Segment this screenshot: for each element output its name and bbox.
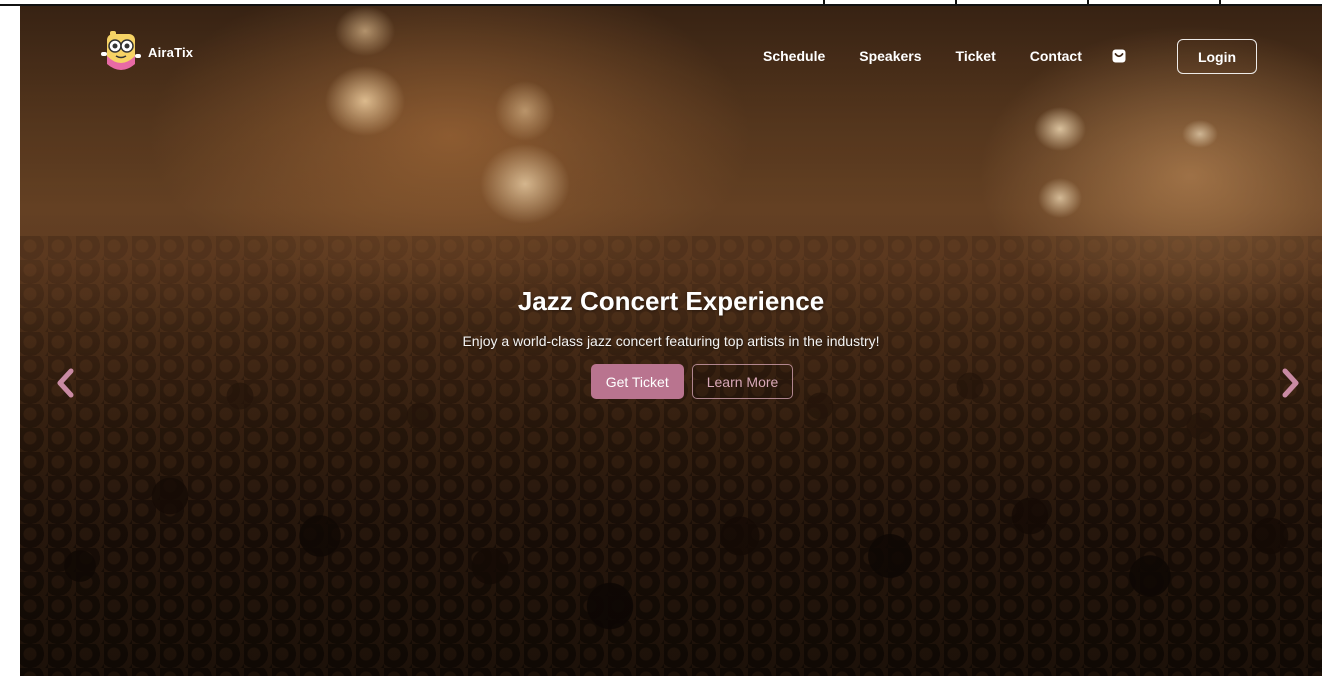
hero-carousel: AiraTix Schedule Speakers Ticket Contact… bbox=[20, 6, 1322, 676]
get-ticket-button[interactable]: Get Ticket bbox=[590, 364, 684, 399]
learn-more-button[interactable]: Learn More bbox=[691, 364, 794, 399]
hero-content: Jazz Concert Experience Enjoy a world-cl… bbox=[20, 286, 1322, 399]
left-gutter bbox=[0, 6, 20, 676]
hero-actions: Get Ticket Learn More bbox=[20, 364, 1322, 399]
top-navigation: AiraTix Schedule Speakers Ticket Contact… bbox=[20, 6, 1322, 106]
hero-subtitle: Enjoy a world-class jazz concert featuri… bbox=[462, 333, 880, 349]
brand-name: AiraTix bbox=[148, 44, 194, 60]
cart-button[interactable] bbox=[1110, 47, 1128, 65]
login-button[interactable]: Login bbox=[1177, 39, 1257, 74]
shopping-bag-icon bbox=[1112, 49, 1126, 63]
nav-links: Schedule Speakers Ticket Contact bbox=[763, 47, 1158, 65]
brand-logo-link[interactable]: AiraTix bbox=[100, 30, 193, 74]
nav-link-ticket[interactable]: Ticket bbox=[956, 48, 996, 64]
nav-link-contact[interactable]: Contact bbox=[1030, 48, 1082, 64]
nav-link-schedule[interactable]: Schedule bbox=[763, 48, 825, 64]
mascot-logo-icon bbox=[100, 30, 142, 74]
nav-link-speakers[interactable]: Speakers bbox=[859, 48, 921, 64]
hero-title: Jazz Concert Experience bbox=[517, 286, 825, 316]
